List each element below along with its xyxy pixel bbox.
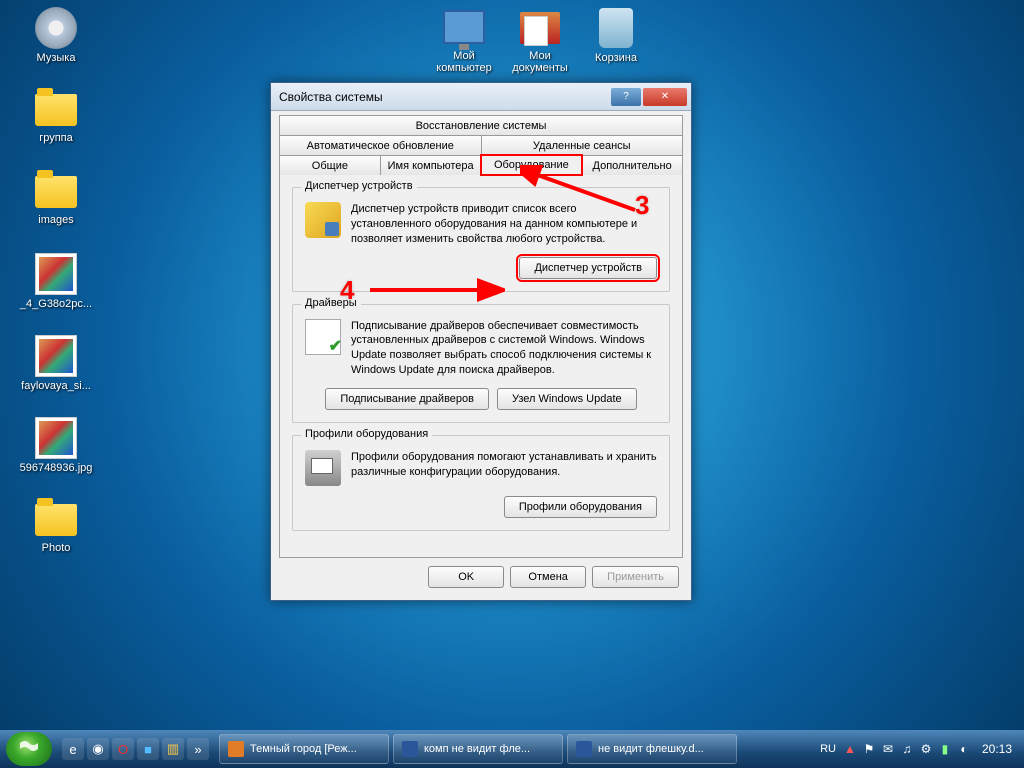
desktop-icon-label: группа [16, 132, 96, 144]
desktop-icon-mydocs[interactable]: Мои документы [500, 4, 580, 74]
desktop-icon-img3[interactable]: 596748936.jpg [16, 414, 96, 474]
desktop-icon-label: Мой компьютер [424, 50, 504, 74]
device-manager-icon [305, 202, 341, 238]
group-device-manager: Диспетчер устройств Диспетчер устройств … [292, 187, 670, 292]
folder-icon [35, 176, 77, 208]
desktop-icon-label: Корзина [576, 52, 656, 64]
profiles-icon [305, 450, 341, 486]
driver-signing-button[interactable]: Подписывание драйверов [325, 388, 489, 410]
windows-update-button[interactable]: Узел Windows Update [497, 388, 637, 410]
tray-icon[interactable]: ✉ [880, 741, 896, 757]
desktop-icon-label: Photo [16, 542, 96, 554]
tray-icon[interactable]: ⚑ [861, 741, 877, 757]
clock[interactable]: 20:13 [982, 742, 1012, 756]
group-legend: Профили оборудования [301, 428, 432, 440]
ql-folder-icon[interactable]: ▥ [162, 738, 184, 760]
apply-button: Применить [592, 566, 679, 588]
hardware-profiles-button[interactable]: Профили оборудования [504, 496, 657, 518]
group-drivers: Драйверы Подписывание драйверов обеспечи… [292, 304, 670, 423]
tab-system-restore[interactable]: Восстановление системы [279, 115, 683, 135]
drivers-icon [305, 319, 341, 355]
desktop-icon-img2[interactable]: faylovaya_si... [16, 332, 96, 392]
system-properties-dialog: Свойства системы ? ✕ Восстановление сист… [270, 82, 692, 601]
folder-icon [35, 94, 77, 126]
device-manager-button[interactable]: Диспетчер устройств [519, 257, 657, 279]
quick-launch: e ◉ O ■ ▥ » [62, 738, 209, 760]
tab-remote-sessions[interactable]: Удаленные сеансы [481, 135, 684, 155]
tab-hardware[interactable]: Оборудование [481, 155, 583, 175]
dialog-title: Свойства системы [279, 90, 609, 104]
group-legend: Драйверы [301, 297, 361, 309]
tray-icon[interactable]: ⚙ [918, 741, 934, 757]
desktop-icon-images[interactable]: images [16, 168, 96, 226]
language-indicator[interactable]: RU [820, 743, 836, 755]
group-text: Профили оборудования помогают устанавлив… [351, 450, 657, 486]
tab-advanced[interactable]: Дополнительно [581, 155, 683, 175]
group-text: Диспетчер устройств приводит список всег… [351, 202, 657, 247]
image-thumb-icon [35, 253, 77, 295]
titlebar[interactable]: Свойства системы ? ✕ [271, 83, 691, 111]
taskbar: e ◉ O ■ ▥ » Темный город [Реж... комп не … [0, 730, 1024, 768]
image-thumb-icon [35, 335, 77, 377]
taskbar-app-w1[interactable]: комп не видит фле... [393, 734, 563, 764]
app-icon [402, 741, 418, 757]
dialog-footer: OK Отмена Применить [271, 558, 691, 600]
desktop-icon-label: 596748936.jpg [16, 462, 96, 474]
folder-icon [35, 504, 77, 536]
recycle-bin-icon [599, 8, 633, 48]
group-legend: Диспетчер устройств [301, 180, 417, 192]
tab-general[interactable]: Общие [279, 155, 381, 175]
tab-auto-updates[interactable]: Автоматическое обновление [279, 135, 482, 155]
system-tray: RU ▲ ⚑ ✉ ♫ ⚙ ▮ ◐ 20:13 [820, 741, 1018, 757]
monitor-icon [443, 10, 485, 44]
taskbar-app-w2[interactable]: не видит флешку.d... [567, 734, 737, 764]
desktop: Музыка Мой компьютерМои документыКорзина г… [0, 0, 1024, 768]
ok-button[interactable]: OK [428, 566, 504, 588]
tray-icon[interactable]: ▲ [842, 741, 858, 757]
taskbar-app-label: комп не видит фле... [424, 743, 530, 755]
tab-computer-name[interactable]: Имя компьютера [380, 155, 482, 175]
close-button[interactable]: ✕ [643, 88, 687, 106]
image-thumb-icon [35, 417, 77, 459]
tab-body-hardware: Диспетчер устройств Диспетчер устройств … [279, 174, 683, 558]
ql-opera-icon[interactable]: O [112, 738, 134, 760]
desktop-icon-music[interactable]: Музыка [16, 4, 96, 64]
desktop-icon-photo[interactable]: Photo [16, 496, 96, 554]
tray-icon[interactable]: ♫ [899, 741, 915, 757]
desktop-icon-label: Мои документы [500, 50, 580, 74]
app-icon [228, 741, 244, 757]
desktop-icon-label: images [16, 214, 96, 226]
desktop-icon-group[interactable]: группа [16, 86, 96, 144]
group-text: Подписывание драйверов обеспечивает совм… [351, 319, 657, 378]
desktop-icon-bin[interactable]: Корзина [576, 4, 656, 64]
tray-network-icon[interactable]: ◐ [956, 741, 972, 757]
group-hardware-profiles: Профили оборудования Профили оборудовани… [292, 435, 670, 531]
ql-ie-icon[interactable]: e [62, 738, 84, 760]
ql-showdesk-icon[interactable]: » [187, 738, 209, 760]
desktop-icon-img1[interactable]: _4_G38o2pc... [16, 250, 96, 310]
tray-battery-icon[interactable]: ▮ [937, 741, 953, 757]
desktop-icon-label: Музыка [16, 52, 96, 64]
app-icon [576, 741, 592, 757]
desktop-icon-label: faylovaya_si... [16, 380, 96, 392]
ql-save-icon[interactable]: ■ [137, 738, 159, 760]
desktop-icon-label: _4_G38o2pc... [16, 298, 96, 310]
taskbar-app-label: Темный город [Реж... [250, 743, 357, 755]
help-button[interactable]: ? [611, 88, 641, 106]
ql-chrome-icon[interactable]: ◉ [87, 738, 109, 760]
cancel-button[interactable]: Отмена [510, 566, 586, 588]
disc-icon [35, 7, 77, 49]
documents-icon [520, 12, 560, 44]
taskbar-app-label: не видит флешку.d... [598, 743, 704, 755]
taskbar-app-ff[interactable]: Темный город [Реж... [219, 734, 389, 764]
start-button[interactable] [6, 732, 52, 766]
desktop-icon-mycomp[interactable]: Мой компьютер [424, 4, 504, 74]
